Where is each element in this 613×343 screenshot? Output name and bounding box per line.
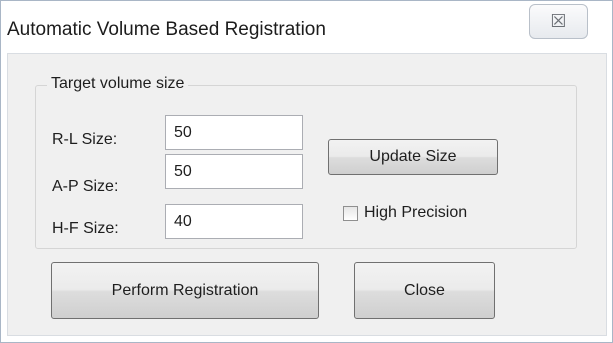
high-precision-label: High Precision: [364, 204, 468, 221]
ap-size-label: A-P Size:: [52, 178, 119, 195]
high-precision-checkbox[interactable]: [343, 205, 358, 221]
close-button-label: Close: [404, 281, 445, 299]
rl-size-label: R-L Size:: [52, 131, 118, 148]
update-size-button[interactable]: Update Size: [328, 139, 498, 175]
close-button[interactable]: Close: [354, 262, 495, 319]
title-bar: Automatic Volume Based Registration ☒: [1, 1, 612, 53]
perform-registration-label: Perform Registration: [111, 281, 259, 299]
perform-registration-button[interactable]: Perform Registration: [51, 262, 319, 319]
hf-size-label: H-F Size:: [52, 220, 119, 237]
high-precision-option[interactable]: High Precision: [343, 204, 467, 222]
close-icon: ☒: [550, 11, 567, 31]
window-close-button[interactable]: ☒: [529, 4, 588, 39]
rl-size-input[interactable]: [165, 115, 303, 150]
hf-size-input[interactable]: [165, 204, 303, 239]
target-volume-group-label: Target volume size: [47, 75, 189, 93]
window-title: Automatic Volume Based Registration: [7, 19, 326, 40]
ap-size-input[interactable]: [165, 154, 303, 189]
update-size-label: Update Size: [369, 148, 457, 165]
